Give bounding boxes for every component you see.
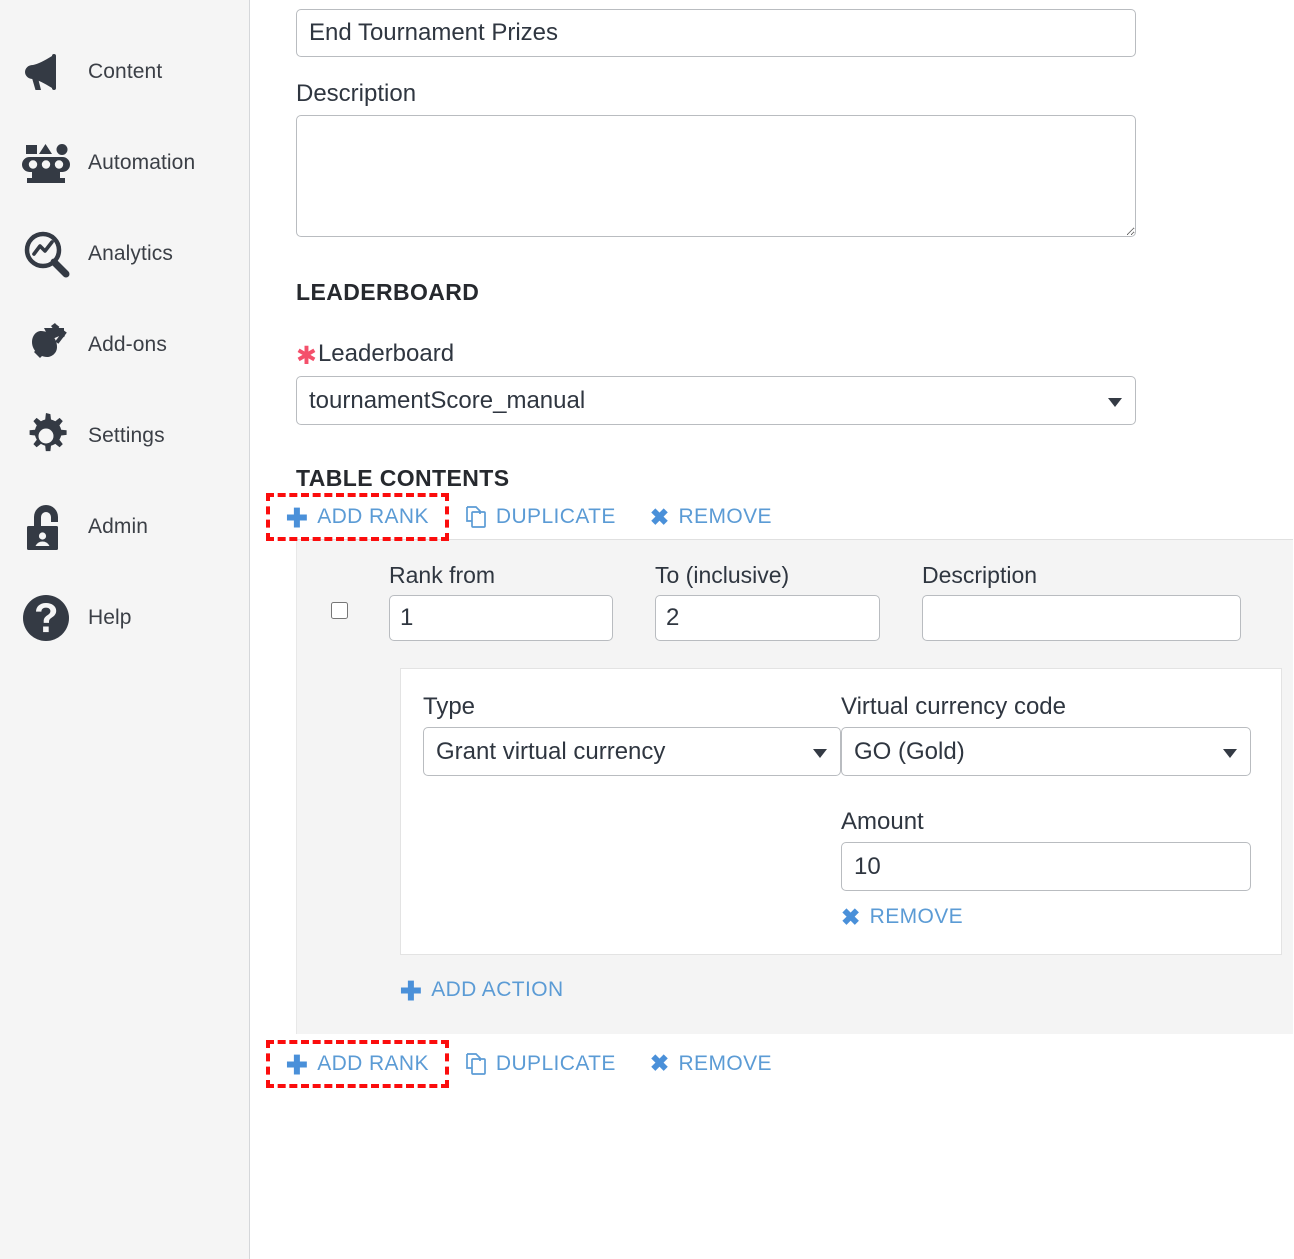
rank-from-label: Rank from [389,562,496,588]
add-rank-button[interactable]: ✚ ADD RANK [286,503,429,533]
add-action-label: ADD ACTION [431,977,564,1001]
app-root: Content Automation Analytics Add-ons Set… [0,0,1294,1259]
sidebar-item-addons[interactable]: Add-ons [0,299,249,390]
plus-icon: ✚ [286,1049,309,1080]
add-rank-button-bottom[interactable]: ✚ ADD RANK [286,1049,429,1080]
automation-conveyor-icon [14,141,78,185]
gear-icon [14,411,78,461]
action-type-label: Type [423,693,476,720]
sidebar-item-analytics[interactable]: Analytics [0,208,249,299]
duplicate-label: DUPLICATE [495,505,616,528]
leaderboard-select-wrapper: tournamentScore_manual [296,376,1136,425]
currency-select-wrapper: GO (Gold) [841,727,1251,776]
action-card: Type Grant virtual currency Virtual curr… [400,668,1282,955]
question-circle-icon [14,593,78,643]
add-rank-label: ADD RANK [317,505,429,528]
sidebar-item-automation[interactable]: Automation [0,117,249,208]
action-type-column: Type Grant virtual currency [423,693,841,930]
copy-icon [465,1052,487,1076]
amount-input[interactable] [841,842,1251,891]
sidebar-item-label: Help [88,605,132,629]
remove-button[interactable]: ✖ REMOVE [650,505,772,529]
duplicate-button-bottom[interactable]: DUPLICATE [465,1052,616,1076]
rank-from-field: Rank from [389,562,613,641]
sidebar: Content Automation Analytics Add-ons Set… [0,0,250,1259]
duplicate-button[interactable]: DUPLICATE [465,505,616,529]
rank-description-field: Description [922,562,1241,641]
leaderboard-label-text: Leaderboard [317,340,455,367]
rank-checkbox-cell [331,602,389,641]
amount-label: Amount [841,808,924,835]
currency-code-label: Virtual currency code [841,693,1066,720]
action-remove-button[interactable]: ✖ REMOVE [841,905,963,929]
leaderboard-section-heading: LEADERBOARD [296,279,480,305]
remove-label: REMOVE [678,505,772,528]
main-content: Description LEADERBOARD ✱ Leaderboard to… [250,0,1294,1259]
add-rank-highlight: ✚ ADD RANK [266,493,449,541]
sidebar-item-label: Admin [88,514,149,538]
sidebar-item-settings[interactable]: Settings [0,390,249,481]
sidebar-item-label: Automation [88,150,196,174]
plug-icon [14,322,78,368]
duplicate-label: DUPLICATE [495,1051,616,1075]
action-type-select-wrapper: Grant virtual currency [423,727,841,776]
remove-label: REMOVE [678,1051,772,1075]
title-input[interactable] [296,9,1136,57]
plus-icon: ✚ [286,503,309,533]
magnifier-chart-icon [14,230,78,278]
action-remove-label: REMOVE [869,905,964,928]
table-toolbar-top: ✚ ADD RANK DUPLICATE ✖ REMOVE [250,493,1294,541]
leaderboard-field-label: ✱ Leaderboard [296,340,1294,370]
sidebar-item-label: Analytics [88,241,173,265]
rank-from-input[interactable] [389,595,613,641]
close-x-icon: ✖ [841,903,861,930]
table-toolbar-bottom: ✚ ADD RANK DUPLICATE ✖ REMOVE [250,1039,1294,1088]
description-textarea[interactable] [296,115,1136,237]
close-x-icon: ✖ [649,1050,670,1076]
plus-icon: ✚ [400,975,423,1006]
sidebar-item-content[interactable]: Content [0,26,249,117]
close-x-icon: ✖ [649,503,670,530]
remove-button-bottom[interactable]: ✖ REMOVE [650,1052,772,1076]
lock-user-icon [14,502,78,552]
megaphone-icon [14,53,78,91]
rank-select-checkbox[interactable] [331,602,348,619]
rank-description-input[interactable] [922,595,1241,641]
action-type-select[interactable]: Grant virtual currency [423,727,841,776]
sidebar-item-admin[interactable]: Admin [0,481,249,572]
rank-panel: Rank from To (inclusive) Description Typ… [296,539,1293,1034]
rank-row: Rank from To (inclusive) Description [297,562,1293,641]
add-action-button[interactable]: ✚ ADD ACTION [400,975,564,1006]
rank-description-label: Description [922,562,1038,588]
rank-to-label: To (inclusive) [655,562,790,588]
rank-to-input[interactable] [655,595,880,641]
add-action-bar: ✚ ADD ACTION [297,977,1293,1004]
description-label: Description [296,80,417,107]
leaderboard-select[interactable]: tournamentScore_manual [296,376,1136,425]
sidebar-item-label: Settings [88,423,165,447]
add-rank-label: ADD RANK [317,1051,429,1075]
table-contents-heading: TABLE CONTENTS [296,465,510,491]
sidebar-item-label: Add-ons [88,332,167,356]
action-top-row: Type Grant virtual currency Virtual curr… [423,693,1259,930]
add-rank-highlight-bottom: ✚ ADD RANK [266,1039,449,1088]
sidebar-item-help[interactable]: Help [0,572,249,663]
action-currency-column: Virtual currency code GO (Gold) Amount ✖… [841,693,1251,930]
sidebar-item-label: Content [88,59,163,83]
required-asterisk-icon: ✱ [296,342,317,370]
rank-to-field: To (inclusive) [655,562,880,641]
copy-icon [465,505,487,529]
currency-code-select[interactable]: GO (Gold) [841,727,1251,776]
